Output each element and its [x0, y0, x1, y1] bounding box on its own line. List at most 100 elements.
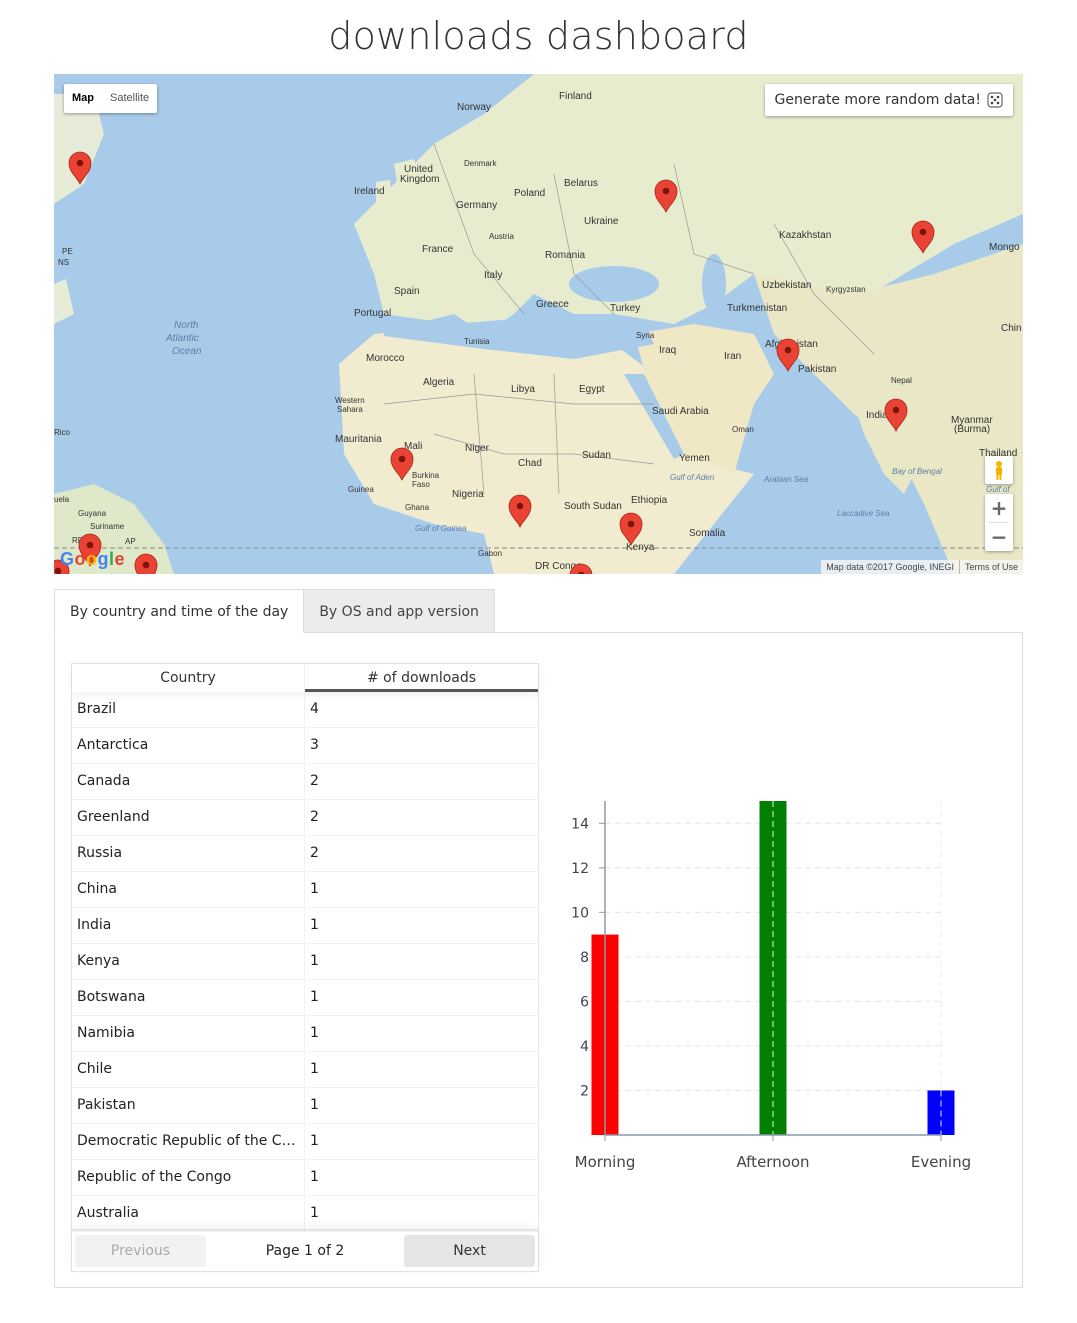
- map-label: Libya: [511, 384, 535, 395]
- map-label: Austria: [489, 232, 514, 241]
- map-label: Tunisia: [464, 337, 490, 346]
- cell-downloads: 1: [310, 1025, 319, 1041]
- table-row[interactable]: Greenland 2: [72, 800, 538, 836]
- cell-country: India: [72, 908, 305, 943]
- y-tick-label: 2: [580, 1083, 589, 1099]
- map-label: Egypt: [579, 384, 605, 395]
- table-row[interactable]: Republic of the Congo 1: [72, 1160, 538, 1196]
- map-label: Ukraine: [584, 216, 619, 227]
- map-label: Denmark: [464, 159, 497, 168]
- map-label: France: [422, 244, 454, 255]
- map-data-credit: Map data ©2017 Google, INEGI: [826, 562, 954, 572]
- table-row[interactable]: Russia 2: [72, 836, 538, 872]
- x-tick-label: Morning: [575, 1153, 636, 1171]
- map-label: Norway: [457, 102, 491, 113]
- map-label: Arabian Sea: [763, 475, 809, 484]
- street-view-pegman-button[interactable]: [985, 456, 1013, 484]
- table-row[interactable]: China 1: [72, 872, 538, 908]
- cell-downloads: 3: [310, 737, 319, 753]
- map-label: Chad: [518, 458, 542, 469]
- google-logo[interactable]: Google: [60, 549, 125, 570]
- table-row[interactable]: Botswana 1: [72, 980, 538, 1016]
- table-row[interactable]: Antarctica 3: [72, 728, 538, 764]
- map-label: Chin: [1001, 323, 1022, 334]
- tab-by-os-and-app-version[interactable]: By OS and app version: [303, 589, 495, 633]
- map-label: South Sudan: [564, 501, 622, 512]
- tab-panel: Country # of downloads Brazil 4 Antarctica…: [54, 632, 1023, 1288]
- bar-chart: 2 4 6 8 10 12 14 Morning Afternoon Evening: [571, 801, 971, 1171]
- map-label: PE: [62, 247, 73, 256]
- map-label: Spain: [394, 286, 420, 297]
- cell-country: China: [72, 872, 305, 907]
- table-row[interactable]: Australia 1: [72, 1196, 538, 1232]
- map-label: Pakistan: [798, 364, 836, 375]
- map-label: Gulf of Guinea: [415, 524, 467, 533]
- table-row[interactable]: Brazil 4: [72, 692, 538, 728]
- map-label: Ireland: [354, 186, 385, 197]
- zoom-out-button[interactable]: −: [985, 523, 1013, 551]
- column-header-downloads[interactable]: # of downloads: [305, 664, 538, 692]
- map-label: Guyana: [78, 509, 107, 518]
- map-label: uela: [54, 495, 70, 504]
- cell-downloads: 4: [310, 701, 319, 717]
- map-label: Nigeria: [452, 489, 484, 500]
- y-tick-label: 14: [571, 816, 589, 832]
- tab-by-country-and-time[interactable]: By country and time of the day: [54, 589, 305, 633]
- map-type-map-button[interactable]: Map: [64, 84, 102, 113]
- map-label: Faso: [412, 480, 430, 489]
- pegman-icon: [996, 461, 1002, 480]
- map-label: Algeria: [423, 377, 455, 388]
- table-row[interactable]: Kenya 1: [72, 944, 538, 980]
- map-label: Gabon: [478, 549, 502, 558]
- y-tick-label: 4: [580, 1039, 589, 1055]
- table-row[interactable]: Democratic Republic of the Con... 1: [72, 1124, 538, 1160]
- x-tick-label: Afternoon: [736, 1153, 809, 1171]
- cell-country: Republic of the Congo: [72, 1160, 305, 1195]
- map-label: Sudan: [582, 450, 611, 461]
- previous-page-button[interactable]: Previous: [75, 1235, 206, 1267]
- dice-icon: [987, 92, 1003, 108]
- map-type-satellite-button[interactable]: Satellite: [102, 84, 157, 113]
- page-indicator: Page 1 of 2: [265, 1243, 345, 1259]
- table-row[interactable]: India 1: [72, 908, 538, 944]
- table-header: Country # of downloads: [72, 664, 538, 692]
- y-tick-label: 8: [580, 950, 589, 966]
- y-tick-label: 6: [580, 994, 589, 1010]
- map-label: Oman: [732, 425, 754, 434]
- world-map[interactable]: Finland Norway Denmark United Kingdom Ir…: [54, 74, 1023, 574]
- cell-downloads: 1: [310, 917, 319, 933]
- terms-of-use-link[interactable]: Terms of Use: [960, 560, 1023, 574]
- map-label: NS: [58, 258, 69, 267]
- map-label: Rico: [54, 428, 71, 437]
- generate-random-data-button[interactable]: Generate more random data!: [764, 84, 1013, 116]
- map-label: Nepal: [891, 376, 912, 385]
- zoom-in-button[interactable]: +: [985, 494, 1013, 522]
- map-label: Atlantic: [165, 333, 199, 344]
- cell-country: Antarctica: [72, 728, 305, 763]
- map-label: Kingdom: [400, 174, 439, 185]
- map-label: Poland: [514, 188, 545, 199]
- map-label: Ocean: [172, 346, 202, 357]
- map-marker: [134, 553, 158, 574]
- cell-country: Russia: [72, 836, 305, 871]
- next-page-button[interactable]: Next: [404, 1235, 535, 1267]
- table-row[interactable]: Pakistan 1: [72, 1088, 538, 1124]
- cell-downloads: 1: [310, 881, 319, 897]
- map-label: Gulf of: [986, 485, 1010, 494]
- map-label: Laccadive Sea: [837, 509, 890, 518]
- cell-country: Democratic Republic of the Con...: [72, 1124, 305, 1159]
- cell-downloads: 1: [310, 953, 319, 969]
- table-pagination: Previous Page 1 of 2 Next: [72, 1229, 538, 1271]
- map-label: Burkina: [412, 471, 440, 480]
- cell-downloads: 2: [310, 845, 319, 861]
- cell-country: Canada: [72, 764, 305, 799]
- table-row[interactable]: Namibia 1: [72, 1016, 538, 1052]
- cell-downloads: 1: [310, 1097, 319, 1113]
- tab-bar: By country and time of the day By OS and…: [54, 589, 495, 633]
- map-label: Germany: [456, 200, 497, 211]
- map-attribution: Map data ©2017 Google, INEGI Terms of Us…: [821, 560, 1023, 574]
- table-row[interactable]: Canada 2: [72, 764, 538, 800]
- table-row[interactable]: Chile 1: [72, 1052, 538, 1088]
- map-label: Kyrgyzstan: [826, 285, 866, 294]
- column-header-country[interactable]: Country: [72, 664, 305, 692]
